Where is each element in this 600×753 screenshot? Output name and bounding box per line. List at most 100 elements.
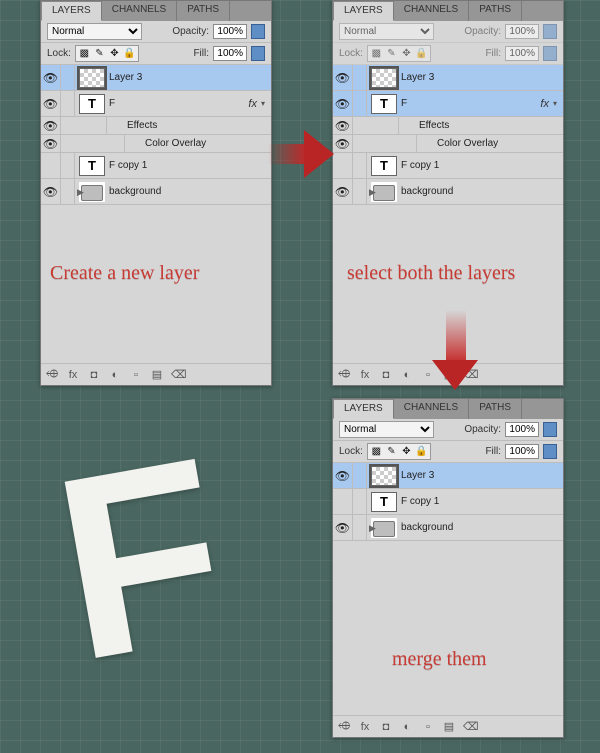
type-layer-icon[interactable]: T <box>371 94 397 114</box>
link-layers-icon[interactable]: ⬲ <box>337 368 351 381</box>
layer-row[interactable]: T F copy 1 <box>41 153 271 179</box>
folder-icon[interactable]: ▶ <box>79 182 105 202</box>
link-column[interactable] <box>61 65 75 90</box>
fx-menu-icon[interactable]: fx <box>66 369 80 381</box>
lock-paint-icon[interactable]: ✎ <box>385 47 398 60</box>
new-layer-icon[interactable]: ▤ <box>442 720 456 733</box>
tab-layers[interactable]: LAYERS <box>333 1 394 21</box>
blend-mode-select[interactable]: Normal <box>339 421 434 438</box>
layer-row[interactable]: 👁 Layer 3 <box>333 65 563 91</box>
fx-expand-icon[interactable]: ▾ <box>261 99 265 108</box>
lock-all-icon[interactable]: 🔒 <box>415 445 428 458</box>
lock-options[interactable]: ▩ ✎ ✥ 🔒 <box>367 45 431 62</box>
visibility-toggle[interactable]: 👁 <box>333 65 353 90</box>
visibility-toggle[interactable]: 👁 <box>333 463 353 488</box>
layer-row[interactable]: 👁 Layer 3 <box>333 463 563 489</box>
visibility-toggle[interactable]: 👁 <box>41 91 61 116</box>
visibility-toggle[interactable]: 👁 <box>41 65 61 90</box>
layer-row[interactable]: T F copy 1 <box>333 153 563 179</box>
adjustment-icon[interactable]: ◐ <box>400 369 414 381</box>
layer-name[interactable]: Layer 3 <box>401 470 563 481</box>
color-overlay-row[interactable]: 👁 Color Overlay <box>41 135 271 153</box>
layer-row[interactable]: 👁 T F fx ▾ <box>41 91 271 117</box>
link-column[interactable] <box>61 91 75 116</box>
fill-flyout[interactable] <box>543 444 557 459</box>
link-column[interactable] <box>61 179 75 204</box>
layer-name[interactable]: F <box>401 98 540 109</box>
color-overlay-row[interactable]: 👁 Color Overlay <box>333 135 563 153</box>
new-layer-icon[interactable]: ▤ <box>150 368 164 381</box>
layer-name[interactable]: F copy 1 <box>109 160 271 171</box>
chevron-right-icon[interactable]: ▶ <box>369 187 376 198</box>
link-layers-icon[interactable]: ⬲ <box>45 368 59 381</box>
fill-input[interactable] <box>213 46 247 61</box>
opacity-flyout[interactable] <box>543 24 557 39</box>
adjustment-icon[interactable]: ◐ <box>108 369 122 381</box>
lock-move-icon[interactable]: ✥ <box>400 47 413 60</box>
trash-icon[interactable]: ⌫ <box>171 368 185 381</box>
lock-paint-icon[interactable]: ✎ <box>385 445 398 458</box>
layer-thumbnail[interactable] <box>371 68 397 88</box>
tab-channels[interactable]: CHANNELS <box>102 1 177 21</box>
tab-layers[interactable]: LAYERS <box>41 1 102 21</box>
opacity-input[interactable] <box>505 422 539 437</box>
tab-paths[interactable]: PATHS <box>469 1 522 21</box>
layer-row[interactable]: 👁 ▶ background <box>333 515 563 541</box>
tab-channels[interactable]: CHANNELS <box>394 1 469 21</box>
layer-name[interactable]: background <box>401 522 563 533</box>
lock-move-icon[interactable]: ✥ <box>400 445 413 458</box>
layer-name[interactable]: background <box>401 186 563 197</box>
link-column[interactable] <box>61 153 75 178</box>
lock-transparency-icon[interactable]: ▩ <box>370 445 383 458</box>
visibility-toggle[interactable] <box>41 153 61 178</box>
opacity-flyout[interactable] <box>543 422 557 437</box>
visibility-toggle[interactable]: 👁 <box>41 135 61 152</box>
type-layer-icon[interactable]: T <box>79 94 105 114</box>
visibility-toggle[interactable]: 👁 <box>333 515 353 540</box>
blend-mode-select[interactable]: Normal <box>339 23 434 40</box>
group-icon[interactable]: ▫ <box>421 721 435 733</box>
layer-name[interactable]: Layer 3 <box>109 72 271 83</box>
layer-row[interactable]: 👁 Layer 3 <box>41 65 271 91</box>
fill-input[interactable] <box>505 444 539 459</box>
layer-thumbnail[interactable] <box>371 466 397 486</box>
trash-icon[interactable]: ⌫ <box>463 720 477 733</box>
layer-row[interactable]: 👁 T F fx ▾ <box>333 91 563 117</box>
layer-thumbnail[interactable] <box>79 68 105 88</box>
lock-move-icon[interactable]: ✥ <box>108 47 121 60</box>
tab-layers[interactable]: LAYERS <box>333 399 394 419</box>
effects-row[interactable]: 👁 Effects <box>41 117 271 135</box>
layer-name[interactable]: F <box>109 98 248 109</box>
opacity-input[interactable] <box>505 24 539 39</box>
lock-options[interactable]: ▩ ✎ ✥ 🔒 <box>75 45 139 62</box>
tab-paths[interactable]: PATHS <box>177 1 230 21</box>
fx-menu-icon[interactable]: fx <box>358 721 372 733</box>
opacity-input[interactable] <box>213 24 247 39</box>
lock-transparency-icon[interactable]: ▩ <box>370 47 383 60</box>
layer-name[interactable]: Layer 3 <box>401 72 563 83</box>
layer-row[interactable]: T F copy 1 <box>333 489 563 515</box>
layer-name[interactable]: F copy 1 <box>401 496 563 507</box>
type-layer-icon[interactable]: T <box>79 156 105 176</box>
tab-paths[interactable]: PATHS <box>469 399 522 419</box>
fill-input[interactable] <box>505 46 539 61</box>
lock-transparency-icon[interactable]: ▩ <box>78 47 91 60</box>
link-layers-icon[interactable]: ⬲ <box>337 720 351 733</box>
opacity-flyout[interactable] <box>251 24 265 39</box>
lock-all-icon[interactable]: 🔒 <box>415 47 428 60</box>
effects-row[interactable]: 👁 Effects <box>333 117 563 135</box>
mask-icon[interactable]: ◘ <box>87 369 101 381</box>
mask-icon[interactable]: ◘ <box>379 721 393 733</box>
visibility-toggle[interactable]: 👁 <box>41 179 61 204</box>
chevron-right-icon[interactable]: ▶ <box>77 187 84 198</box>
chevron-right-icon[interactable]: ▶ <box>369 523 376 534</box>
lock-options[interactable]: ▩ ✎ ✥ 🔒 <box>367 443 431 460</box>
visibility-toggle[interactable]: 👁 <box>41 117 61 134</box>
layer-name[interactable]: background <box>109 186 271 197</box>
type-layer-icon[interactable]: T <box>371 492 397 512</box>
blend-mode-select[interactable]: Normal <box>47 23 142 40</box>
type-layer-icon[interactable]: T <box>371 156 397 176</box>
lock-all-icon[interactable]: 🔒 <box>123 47 136 60</box>
layer-row[interactable]: 👁 ▶ background <box>41 179 271 205</box>
tab-channels[interactable]: CHANNELS <box>394 399 469 419</box>
